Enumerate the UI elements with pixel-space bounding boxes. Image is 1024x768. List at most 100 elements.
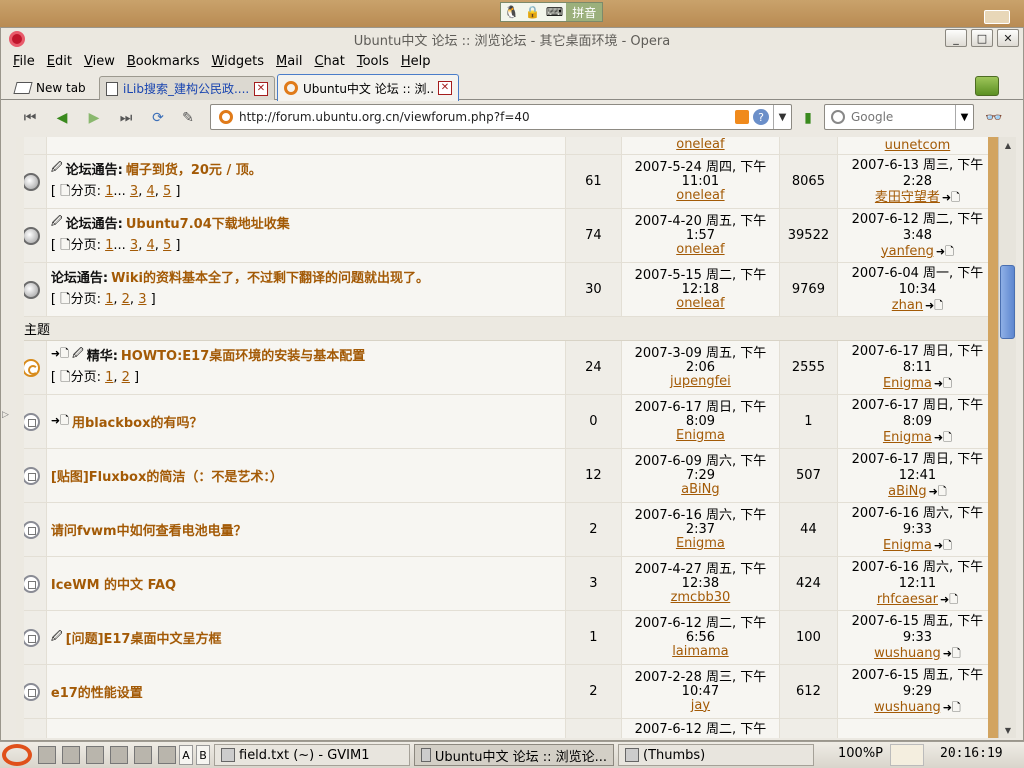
menu-widgets[interactable]: Widgets: [205, 54, 270, 69]
workspace-b[interactable]: B: [196, 745, 210, 765]
last-post-user-link[interactable]: Enigma: [883, 430, 932, 445]
task-gvim[interactable]: field.txt (~) - GVIM1: [214, 744, 410, 766]
back-icon[interactable]: ◀: [51, 108, 73, 128]
view-latest-post-icon[interactable]: ➜🗋: [934, 431, 952, 444]
view-latest-post-icon[interactable]: ➜🗋: [929, 485, 947, 498]
opera-icon[interactable]: [110, 746, 128, 764]
topic-title-link[interactable]: 帽子到货，20元 / 顶。: [126, 159, 262, 178]
scroll-up-icon[interactable]: ▲: [999, 137, 1017, 153]
page-link[interactable]: 5: [163, 238, 171, 253]
menu-mail[interactable]: Mail: [270, 54, 308, 69]
topic-title-link[interactable]: Wiki的资料基本全了，不过剩下翻译的问题就出现了。: [111, 267, 429, 286]
mail-icon[interactable]: [86, 746, 104, 764]
menu-chat[interactable]: Chat: [308, 54, 350, 69]
last-post-user-link[interactable]: aBiNg: [888, 484, 926, 499]
side-panel-handle[interactable]: ▷: [2, 410, 9, 420]
vertical-scrollbar[interactable]: ▲ ▼: [998, 137, 1016, 738]
topic-title-link[interactable]: [问题]E17桌面中文呈方框: [66, 628, 222, 647]
menu-view[interactable]: View: [78, 54, 121, 69]
topic-title-link[interactable]: HOWTO:E17桌面环境的安装与基本配置: [121, 345, 365, 364]
menu-help[interactable]: Help: [395, 54, 437, 69]
battery-status[interactable]: 100%P: [838, 746, 883, 761]
wand-icon[interactable]: ✎: [177, 108, 199, 128]
desktop-folder-icon[interactable]: [984, 10, 1010, 24]
rss-icon[interactable]: [735, 110, 749, 124]
last-post-user-link[interactable]: yanfeng: [881, 244, 934, 259]
tab-ubuntu-forum[interactable]: Ubuntu中文 论坛 :: 浏... ✕: [277, 74, 459, 101]
last-post-user-link[interactable]: rhfcaesar: [877, 592, 938, 607]
page-link[interactable]: 1: [105, 292, 113, 307]
new-tab-button[interactable]: New tab: [9, 76, 97, 100]
terminal-icon[interactable]: [62, 746, 80, 764]
menu-tools[interactable]: Tools: [351, 54, 395, 69]
last-post-user-link[interactable]: zhan: [892, 298, 923, 313]
chevron-down-icon[interactable]: ▼: [773, 105, 791, 129]
last-post-user-link[interactable]: Enigma: [883, 376, 932, 391]
author-link[interactable]: zmcbb30: [671, 590, 731, 605]
author-link[interactable]: oneleaf: [676, 296, 724, 311]
author-link[interactable]: Enigma: [676, 428, 725, 443]
page-link[interactable]: 1: [105, 370, 113, 385]
last-post-user-link[interactable]: uunetcom: [885, 138, 951, 154]
search-input[interactable]: [851, 110, 955, 124]
minimize-button[interactable]: _: [945, 29, 967, 47]
page-link[interactable]: 2: [122, 292, 130, 307]
task-thumbs[interactable]: (Thumbs): [618, 744, 814, 766]
task-opera[interactable]: Ubuntu中文 论坛 :: 浏览论...: [414, 744, 614, 766]
help-icon[interactable]: ?: [753, 109, 769, 125]
address-bar[interactable]: http://forum.ubuntu.org.cn/viewforum.php…: [210, 104, 792, 130]
author-link[interactable]: oneleaf: [676, 188, 724, 203]
close-tab-icon[interactable]: ✕: [254, 81, 268, 96]
topic-title-link[interactable]: Ubuntu7.04下载地址收集: [126, 213, 290, 232]
maximize-button[interactable]: □: [971, 29, 993, 47]
network-icon[interactable]: [158, 746, 176, 764]
author-link[interactable]: jay: [691, 698, 710, 713]
view-latest-post-icon[interactable]: ➜🗋: [934, 539, 952, 552]
view-latest-post-icon[interactable]: ➜🗋: [942, 191, 960, 204]
view-latest-post-icon[interactable]: ➜🗋: [936, 245, 954, 258]
menu-bookmarks[interactable]: Bookmarks: [121, 54, 206, 69]
view-latest-post-icon[interactable]: ➜🗋: [943, 701, 961, 714]
view-latest-post-icon[interactable]: ➜🗋: [934, 377, 952, 390]
author-link[interactable]: Enigma: [676, 536, 725, 551]
address-url[interactable]: http://forum.ubuntu.org.cn/viewforum.php…: [239, 110, 735, 124]
bookmark-icon[interactable]: ▮: [799, 108, 817, 128]
last-post-user-link[interactable]: wushuang: [874, 646, 941, 661]
last-post-user-link[interactable]: Enigma: [883, 538, 932, 553]
chevron-down-icon[interactable]: ▼: [955, 105, 973, 129]
page-link[interactable]: 5: [163, 184, 171, 199]
trash-icon[interactable]: [975, 76, 999, 96]
clock[interactable]: 20:16:19: [940, 746, 1003, 761]
author-link[interactable]: oneleaf: [676, 242, 724, 257]
menu-file[interactable]: File: [7, 54, 41, 69]
author-link[interactable]: jupengfei: [670, 374, 731, 389]
author-link[interactable]: aBiNg: [681, 482, 719, 497]
page-link[interactable]: 4: [146, 184, 154, 199]
topic-title-link[interactable]: 请问fvwm中如何查看电池电量？: [51, 520, 247, 539]
rewind-icon[interactable]: ⏮: [19, 108, 41, 128]
author-link[interactable]: oneleaf: [676, 138, 724, 152]
input-method-bar[interactable]: 🐧 🔒 ⌨ 拼音: [500, 2, 604, 22]
glasses-icon[interactable]: 👓: [981, 108, 1007, 128]
topic-title-link[interactable]: 用blackbox的有吗？: [72, 412, 203, 431]
page-link[interactable]: 4: [146, 238, 154, 253]
topic-title-link[interactable]: IceWM 的中文 FAQ: [51, 574, 176, 593]
last-post-user-link[interactable]: 麦田守望者: [875, 190, 940, 205]
ubuntu-menu-icon[interactable]: [2, 744, 32, 766]
reload-icon[interactable]: ⟳: [147, 108, 169, 128]
view-latest-post-icon[interactable]: ➜🗋: [940, 593, 958, 606]
page-link[interactable]: 3: [130, 184, 138, 199]
page-link[interactable]: 2: [122, 370, 130, 385]
page-link[interactable]: 3: [138, 292, 146, 307]
view-latest-post-icon[interactable]: ➜🗋: [943, 647, 961, 660]
scroll-thumb[interactable]: [1000, 264, 1015, 339]
system-monitor-graph[interactable]: [890, 744, 924, 766]
author-link[interactable]: laimama: [672, 644, 728, 659]
last-post-user-link[interactable]: wushuang: [874, 700, 941, 715]
fast-forward-icon[interactable]: ⏭: [115, 108, 137, 128]
menu-edit[interactable]: Edit: [41, 54, 78, 69]
topic-title-link[interactable]: e17的性能设置: [51, 682, 143, 701]
topic-title-link[interactable]: [贴图]Fluxbox的简洁（：不是艺术：）: [51, 466, 283, 485]
workspace-a[interactable]: A: [179, 745, 193, 765]
forward-icon[interactable]: ▶: [83, 108, 105, 128]
